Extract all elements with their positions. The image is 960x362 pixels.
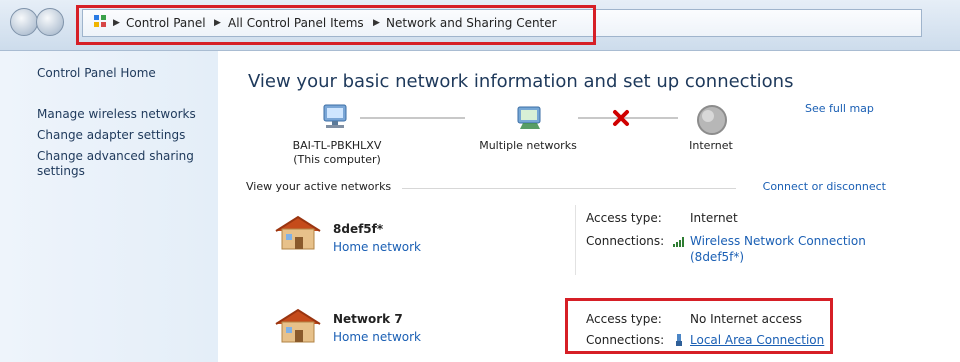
divider bbox=[402, 188, 736, 189]
computer-subtitle-label: (This computer) bbox=[293, 153, 381, 166]
multiple-networks-label: Multiple networks bbox=[479, 139, 577, 152]
sidebar-home-link[interactable]: Control Panel Home bbox=[37, 66, 156, 81]
forward-button[interactable] bbox=[36, 8, 64, 36]
access-type-label: Access type: bbox=[586, 211, 662, 225]
multiple-networks-icon bbox=[517, 106, 541, 129]
sidebar-item-change-adapter-settings[interactable]: Change adapter settings bbox=[37, 128, 185, 143]
breadcrumb-highlight-box bbox=[76, 5, 596, 45]
see-full-map-link[interactable]: See full map bbox=[805, 102, 883, 115]
back-button[interactable] bbox=[10, 8, 38, 36]
internet-globe-icon bbox=[697, 105, 727, 135]
sidebar-item-manage-wireless-networks[interactable]: Manage wireless networks bbox=[37, 107, 196, 122]
divider bbox=[575, 205, 576, 275]
disconnected-icon bbox=[613, 110, 629, 126]
network-type-link[interactable]: Home network bbox=[333, 240, 421, 254]
title-bar: ▶ Control Panel ▶ All Control Panel Item… bbox=[0, 0, 960, 51]
sidebar: Control Panel Home Manage wireless netwo… bbox=[0, 51, 218, 362]
access-type-value: Internet bbox=[690, 211, 738, 225]
connections-label: Connections: bbox=[586, 234, 665, 248]
network-status-highlight-box bbox=[565, 298, 833, 354]
connect-or-disconnect-link[interactable]: Connect or disconnect bbox=[746, 180, 886, 193]
network-name: Network 7 bbox=[333, 312, 403, 326]
computer-name-label: BAI-TL-PBKHLXV bbox=[292, 139, 382, 152]
home-network-icon bbox=[275, 215, 321, 250]
network-name: 8def5f* bbox=[333, 222, 384, 236]
wireless-connection-link[interactable]: Wireless Network Connection bbox=[690, 234, 880, 248]
home-network-icon bbox=[275, 308, 321, 343]
internet-label: Internet bbox=[689, 139, 733, 152]
computer-icon bbox=[323, 104, 347, 128]
wifi-signal-icon bbox=[673, 237, 684, 247]
sidebar-item-change-advanced-sharing-settings[interactable]: Change advanced sharing settings bbox=[37, 149, 197, 179]
active-networks-label: View your active networks bbox=[246, 180, 392, 193]
network-link-line bbox=[360, 117, 465, 119]
network-type-link[interactable]: Home network bbox=[333, 330, 421, 344]
wireless-connection-subtitle: (8def5f*) bbox=[690, 250, 745, 264]
page-title: View your basic network information and … bbox=[248, 71, 794, 92]
